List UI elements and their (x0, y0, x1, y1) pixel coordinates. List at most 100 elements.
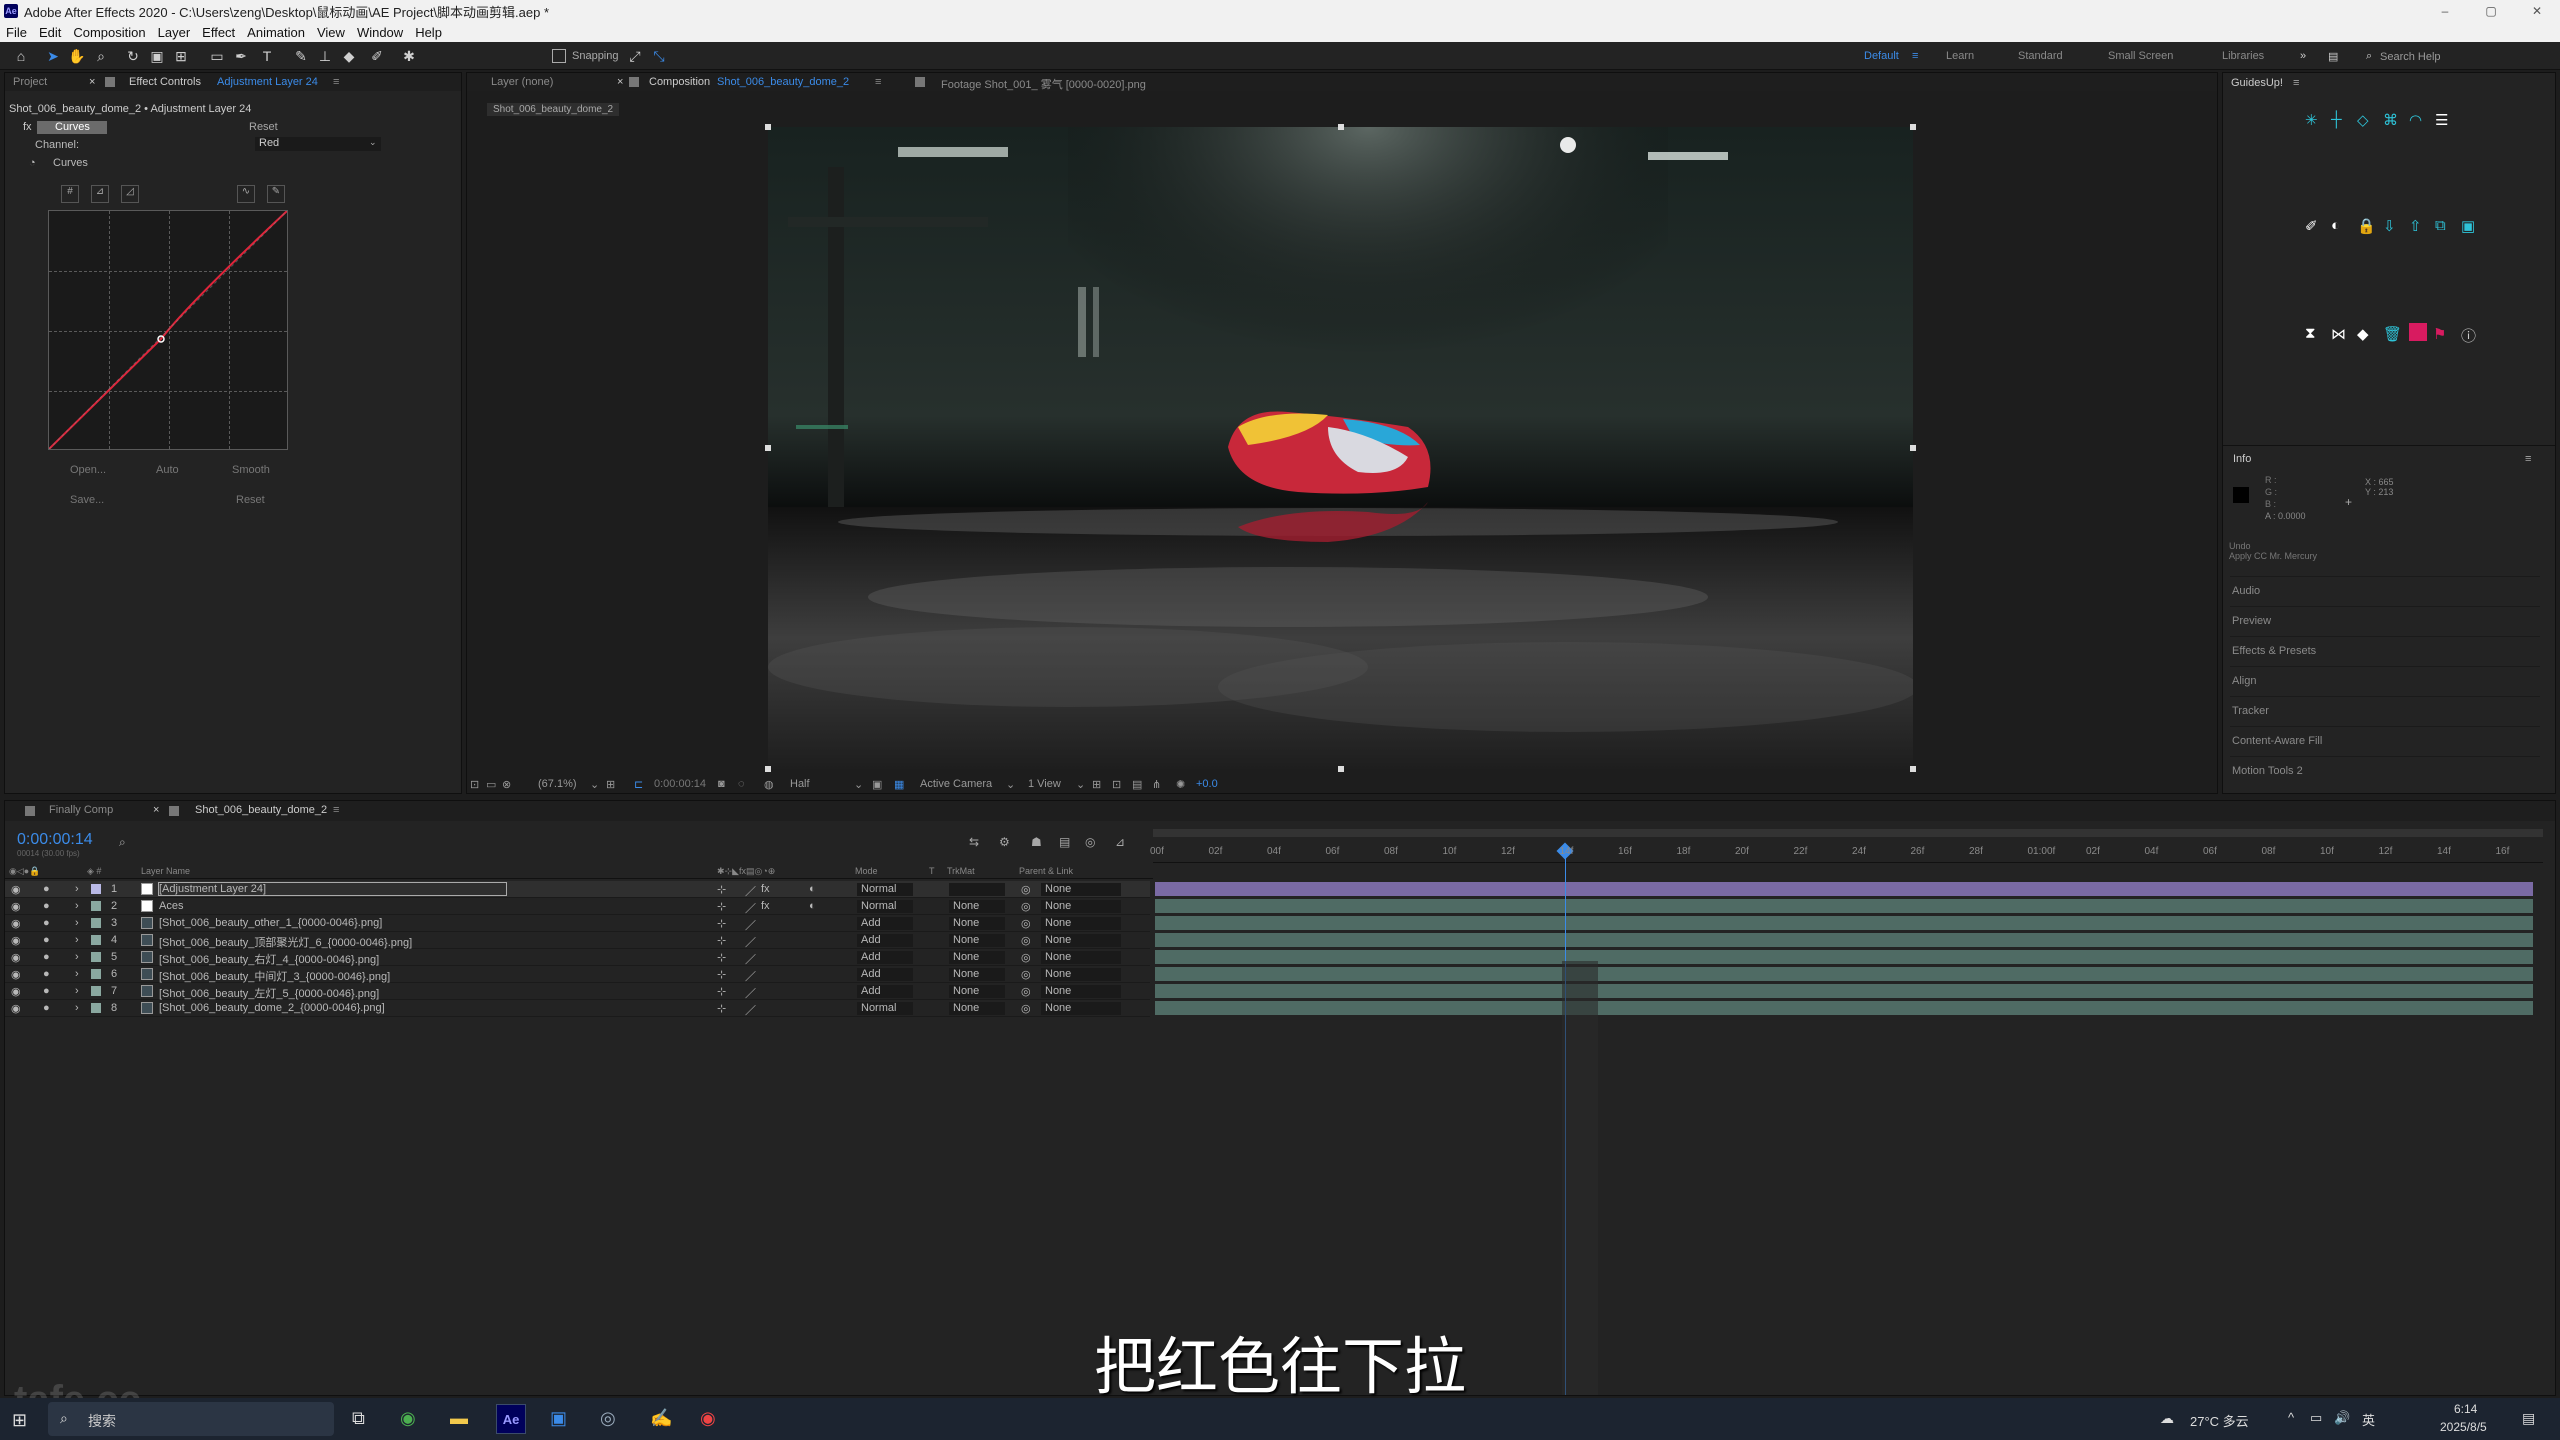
mode-dropdown[interactable]: Add (857, 917, 913, 930)
eye-icon[interactable]: ◉ (11, 951, 21, 964)
menu-help[interactable]: Help (409, 25, 448, 40)
solo-icon[interactable]: ● (43, 900, 50, 912)
hand-tool-icon[interactable]: ✋ (68, 47, 86, 65)
network-icon[interactable]: ▭ (2310, 1410, 2322, 1426)
chevron-right-icon[interactable]: › (75, 985, 79, 997)
bounding-handle[interactable] (1338, 766, 1344, 772)
close-icon[interactable]: × (617, 76, 623, 88)
monitor-icon[interactable]: ▭ (486, 778, 496, 791)
bounding-handle[interactable] (1910, 766, 1916, 772)
brush-tool-icon[interactable]: ✎ (292, 47, 310, 65)
parent-dropdown[interactable]: None (1041, 934, 1121, 947)
clone-stamp-tool-icon[interactable]: ⊥ (316, 47, 334, 65)
pen-tool-icon[interactable]: ✒ (232, 47, 250, 65)
trkmat-dropdown[interactable] (949, 883, 1005, 896)
tab-effect-controls-target[interactable]: Adjustment Layer 24 (217, 76, 318, 88)
workspace-libraries[interactable]: Libraries (2222, 50, 2264, 62)
collapse-switch-icon[interactable]: ⊹ (717, 951, 726, 964)
adjustment-layer-icon[interactable]: ◐ (809, 883, 816, 895)
fx-icon[interactable]: fx (761, 900, 770, 912)
close-button[interactable]: ✕ (2514, 0, 2560, 22)
layer-duration-bar[interactable] (1155, 967, 2533, 981)
solo-icon[interactable]: ● (43, 883, 50, 895)
guide-diamond-icon[interactable]: ◇ (2357, 111, 2369, 129)
toggle-pixel-aspect-icon[interactable]: ⊞ (1092, 778, 1101, 791)
type-tool-icon[interactable]: T (258, 47, 276, 65)
bounding-handle[interactable] (765, 445, 771, 451)
search-icon[interactable]: ⌕ (119, 835, 126, 850)
panel-menu-icon[interactable]: ≡ (2293, 77, 2299, 89)
panel-tracker[interactable]: Tracker (2230, 696, 2540, 725)
menu-effect[interactable]: Effect (196, 25, 241, 40)
composition-viewport[interactable] (768, 127, 1913, 769)
search-help-input[interactable]: Search Help (2360, 48, 2550, 66)
guide-hourglass-icon[interactable]: ⧗ (2305, 325, 2316, 342)
frame-blending-icon[interactable]: ▤ (1059, 835, 1070, 849)
chevron-down-icon[interactable]: ⌄ (369, 137, 377, 148)
fx-icon[interactable]: fx (761, 883, 770, 895)
curves-smooth-button[interactable]: Smooth (232, 464, 270, 476)
fit-icon[interactable]: ⊞ (606, 778, 615, 791)
quality-switch-icon[interactable]: ／ (745, 883, 756, 899)
pickwhip-icon[interactable]: ◎ (1021, 883, 1031, 896)
pickwhip-icon[interactable]: ◎ (1021, 900, 1031, 913)
workspace-small-screen[interactable]: Small Screen (2108, 50, 2173, 62)
snapping-checkbox[interactable] (552, 49, 566, 63)
lock-icon[interactable] (629, 77, 639, 87)
guide-trash-icon[interactable]: 🗑 (2383, 325, 2402, 343)
transparency-grid-icon[interactable]: ▦ (894, 778, 904, 791)
eraser-tool-icon[interactable]: ◆ (340, 47, 358, 65)
table-row[interactable]: ◉ ● › 7 [Shot_006_beauty_左灯_5_{0000-0046}.pn… (5, 983, 1150, 1000)
guide-import-icon[interactable]: ⇩ (2383, 217, 2396, 235)
trkmat-dropdown[interactable]: None (949, 985, 1005, 998)
guide-cross-icon[interactable]: ┼ (2331, 111, 2342, 128)
chevron-right-icon[interactable]: › (75, 883, 79, 895)
bezier-curve-icon[interactable]: ∿ (237, 185, 255, 203)
layer-duration-bar[interactable] (1155, 933, 2533, 947)
parent-dropdown[interactable]: None (1041, 1002, 1121, 1015)
solo-icon[interactable]: ● (43, 985, 50, 997)
pickwhip-icon[interactable]: ◎ (1021, 951, 1031, 964)
trkmat-dropdown[interactable]: None (949, 900, 1005, 913)
table-row[interactable]: ◉ ● › 8 [Shot_006_beauty_dome_2_{0000-0046}.… (5, 1000, 1150, 1017)
exposure-icon[interactable]: ✺ (1176, 778, 1185, 791)
effect-reset-link[interactable]: Reset (249, 121, 278, 133)
tab-project[interactable]: Project (13, 76, 47, 88)
chevron-right-icon[interactable]: › (75, 968, 79, 980)
chevron-down-icon[interactable]: ⌄ (854, 778, 863, 791)
comp-navigator-tab[interactable]: Shot_006_beauty_dome_2 (487, 103, 620, 116)
bounding-handle[interactable] (1910, 445, 1916, 451)
language-indicator[interactable]: 英 (2362, 1410, 2375, 1429)
solo-icon[interactable]: ● (43, 1002, 50, 1014)
eye-icon[interactable]: ◉ (11, 1002, 21, 1015)
menu-view[interactable]: View (311, 25, 351, 40)
resolution-dropdown[interactable]: Half (790, 778, 810, 790)
color-channel-icon[interactable]: ◍ (764, 778, 774, 791)
rectangle-tool-icon[interactable]: ▭ (208, 47, 226, 65)
trkmat-dropdown[interactable]: None (949, 934, 1005, 947)
eye-icon[interactable]: ◉ (11, 917, 21, 930)
chevron-right-icon[interactable]: › (75, 917, 79, 929)
curve-view-icon[interactable]: ⊿ (91, 185, 109, 203)
tray-chevron-icon[interactable]: ^ (2288, 1410, 2294, 1425)
parent-dropdown[interactable]: None (1041, 968, 1121, 981)
time-ruler[interactable] (1153, 837, 2543, 863)
chevron-down-icon[interactable]: ⌄ (1006, 778, 1015, 791)
clock-time[interactable]: 6:14 (2454, 1402, 2477, 1416)
always-preview-icon[interactable]: ⊡ (470, 778, 479, 791)
chrome-icon[interactable]: ◉ (400, 1408, 416, 1429)
minimize-button[interactable]: – (2422, 0, 2468, 22)
tab-layer[interactable]: Layer (none) (491, 76, 553, 88)
parent-dropdown[interactable]: None (1041, 900, 1121, 913)
chevron-right-icon[interactable]: › (75, 1002, 79, 1014)
solo-icon[interactable]: ● (43, 934, 50, 946)
label-color-swatch[interactable] (91, 918, 101, 928)
pickwhip-icon[interactable]: ◎ (1021, 985, 1031, 998)
menu-composition[interactable]: Composition (67, 25, 151, 40)
clock-date[interactable]: 2025/8/5 (2440, 1420, 2487, 1434)
show-snapshot-icon[interactable]: ◌ (738, 778, 745, 790)
more-workspaces-icon[interactable]: » (2300, 50, 2306, 62)
menu-animation[interactable]: Animation (241, 25, 311, 40)
panel-preview[interactable]: Preview (2230, 606, 2540, 635)
label-color-swatch[interactable] (91, 1003, 101, 1013)
